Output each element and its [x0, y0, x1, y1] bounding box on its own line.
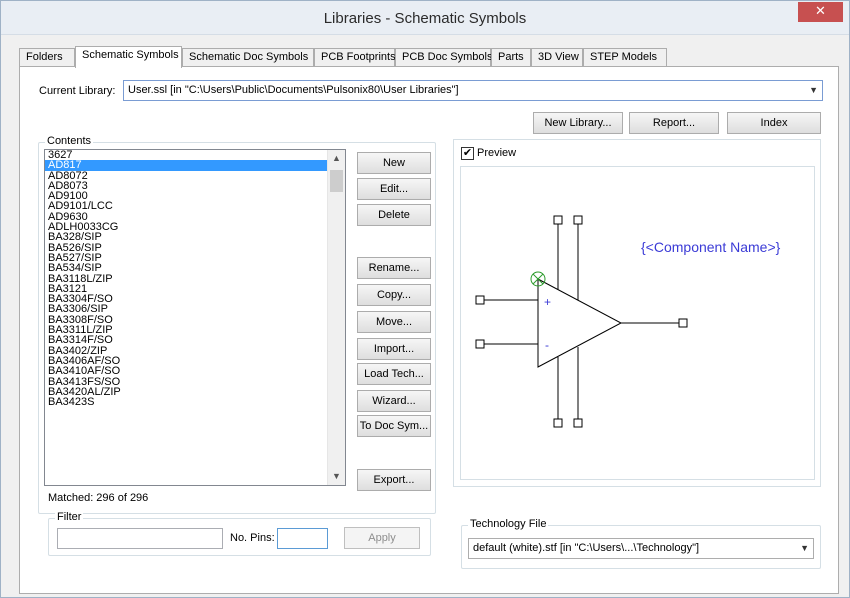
tab-3d-view[interactable]: 3D View — [531, 48, 583, 67]
close-button[interactable]: ✕ — [798, 2, 843, 22]
current-library-label: Current Library: — [39, 85, 116, 97]
matched-count: Matched: 296 of 296 — [48, 492, 149, 504]
technology-file-value: default (white).stf [in "C:\Users\...\Te… — [473, 542, 700, 554]
technology-file-combo[interactable]: default (white).stf [in "C:\Users\...\Te… — [468, 538, 814, 559]
rename-button[interactable]: Rename... — [357, 257, 431, 279]
current-library-value: User.ssl [in "C:\Users\Public\Documents\… — [128, 84, 459, 96]
filter-input[interactable] — [57, 528, 223, 549]
libraries-dialog: Libraries - Schematic Symbols ✕ Folders … — [0, 0, 850, 598]
preview-label: Preview — [477, 147, 517, 159]
import-button[interactable]: Import... — [357, 338, 431, 360]
pin-square — [475, 295, 485, 305]
tab-parts[interactable]: Parts — [491, 48, 531, 67]
list-item[interactable]: BA3410AF/SO — [45, 366, 327, 377]
contents-list[interactable]: 3627 AD817 AD8072 AD8073 AD9100 AD9101/LCC AD9… — [44, 149, 346, 486]
index-button[interactable]: Index — [727, 112, 821, 134]
copy-button[interactable]: Copy... — [357, 284, 431, 306]
pin-square — [553, 418, 563, 428]
edit-button[interactable]: Edit... — [357, 178, 431, 200]
no-pins-label: No. Pins: — [230, 532, 275, 544]
filter-title: Filter — [55, 511, 84, 523]
delete-button[interactable]: Delete — [357, 204, 431, 226]
opamp-triangle — [537, 278, 623, 368]
list-item[interactable]: 3627 — [45, 150, 327, 161]
preview-checkbox[interactable]: ✔ — [461, 147, 474, 160]
list-item[interactable]: BA3118L/ZIP — [45, 273, 327, 284]
checkmark-icon: ✔ — [462, 147, 473, 159]
apply-button[interactable]: Apply — [344, 527, 420, 549]
list-item[interactable]: BA3423S — [45, 396, 327, 407]
chevron-down-icon: ▼ — [809, 85, 818, 95]
close-icon: ✕ — [815, 3, 826, 18]
tab-pcb-footprints[interactable]: PCB Footprints — [314, 48, 396, 67]
export-button[interactable]: Export... — [357, 469, 431, 491]
opamp-symbol: + - {<Component Name>} — [475, 215, 781, 428]
tab-schematic-doc-symbols[interactable]: Schematic Doc Symbols — [182, 48, 314, 67]
tab-folders[interactable]: Folders — [19, 48, 75, 67]
contents-list-items: 3627 AD817 AD8072 AD8073 AD9100 AD9101/LCC AD9… — [45, 150, 327, 485]
pin-square — [475, 339, 485, 349]
minus-sign: - — [545, 338, 549, 352]
chevron-down-icon: ▼ — [800, 543, 809, 553]
scroll-down-icon[interactable]: ▼ — [328, 468, 345, 485]
pin-square — [553, 215, 563, 225]
tab-schematic-symbols[interactable]: Schematic Symbols — [75, 46, 182, 68]
pin-square — [678, 318, 688, 328]
contents-title: Contents — [45, 135, 94, 147]
plus-sign: + — [544, 295, 551, 309]
pin-square — [573, 418, 583, 428]
scroll-thumb[interactable] — [330, 170, 343, 192]
to-doc-sym-button[interactable]: To Doc Sym... — [357, 415, 431, 437]
list-scrollbar[interactable]: ▲ ▼ — [327, 150, 345, 485]
tab-pcb-doc-symbols[interactable]: PCB Doc Symbols — [395, 48, 492, 67]
technology-file-title: Technology File — [468, 518, 549, 530]
current-library-combo[interactable]: User.ssl [in "C:\Users\Public\Documents\… — [123, 80, 823, 101]
report-button[interactable]: Report... — [629, 112, 719, 134]
window-title: Libraries - Schematic Symbols — [323, 10, 527, 27]
new-library-button[interactable]: New Library... — [533, 112, 623, 134]
title-bar: Libraries - Schematic Symbols ✕ — [1, 1, 849, 35]
tab-step-models[interactable]: STEP Models — [583, 48, 667, 67]
pin-square — [573, 215, 583, 225]
scroll-up-icon[interactable]: ▲ — [328, 150, 345, 167]
no-pins-input[interactable] — [277, 528, 328, 549]
new-button[interactable]: New — [357, 152, 431, 174]
component-name-label: {<Component Name>} — [641, 239, 781, 255]
wizard-button[interactable]: Wizard... — [357, 390, 431, 412]
load-tech-button[interactable]: Load Tech... — [357, 363, 431, 385]
preview-canvas: + - {<Component Name>} — [460, 166, 815, 480]
move-button[interactable]: Move... — [357, 311, 431, 333]
